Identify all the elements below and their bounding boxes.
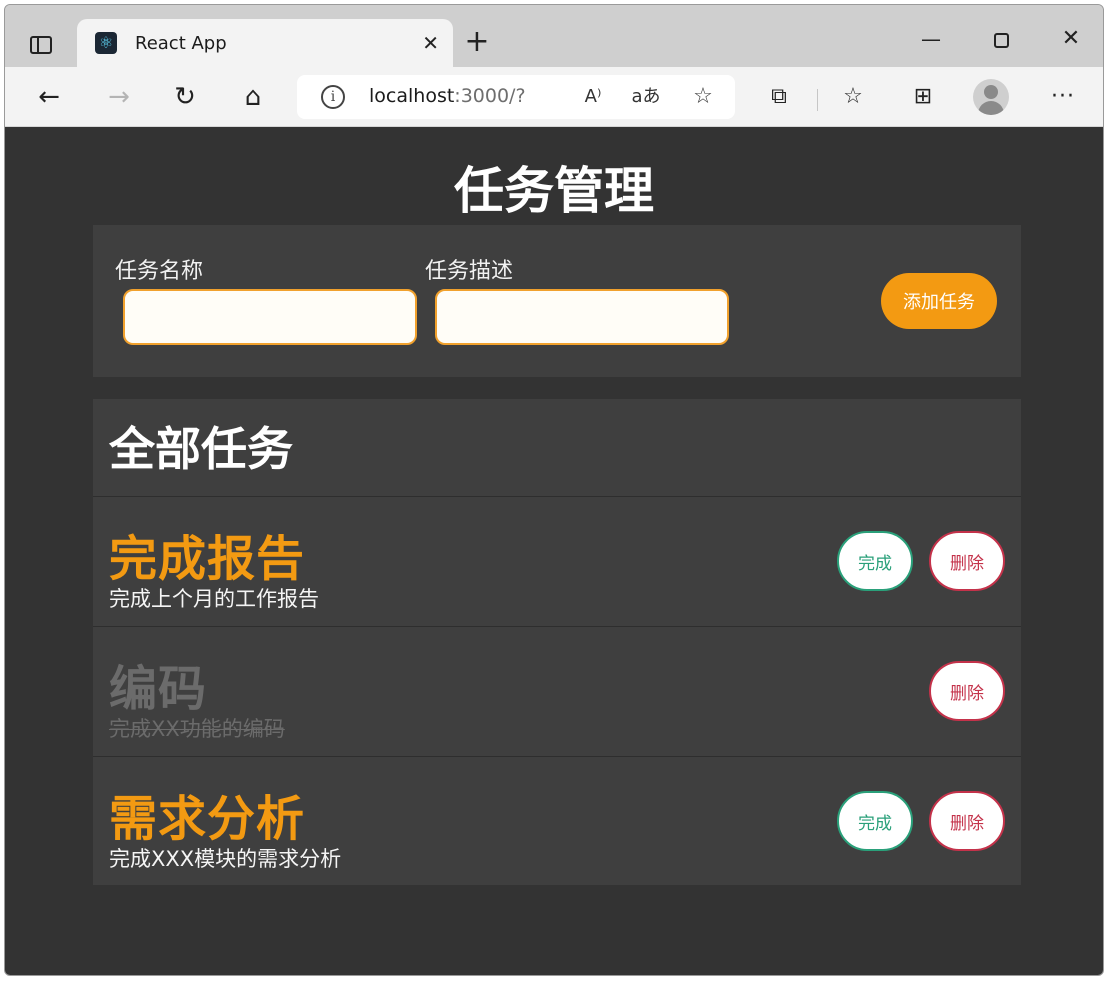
page-viewport: 任务管理 任务名称 任务描述 添加任务 全部任务 完成报告 完成上个月的工作报告… [5,127,1103,975]
task-description-input[interactable] [435,289,729,345]
url-path: :3000/? [454,85,526,107]
task-description: 完成上个月的工作报告 [109,587,319,611]
maximize-glyph [993,33,1009,48]
favorites-icon[interactable]: ☆ [835,79,871,115]
delete-task-button[interactable]: 删除 [929,531,1005,591]
delete-task-button[interactable]: 删除 [929,791,1005,851]
forward-arrow-icon[interactable]: → [101,79,137,115]
close-tab-icon[interactable]: ✕ [422,31,439,55]
site-info-icon[interactable]: i [321,85,345,109]
task-description: 完成XX功能的编码 [109,717,285,741]
task-list-title: 全部任务 [109,422,293,476]
tab-strip: ⚛ React App ✕ + — ✕ [5,5,1103,67]
toolbar-separator [817,89,818,111]
extensions-icon[interactable]: ⧉ [761,79,797,115]
avatar-head [984,85,998,99]
reload-icon[interactable]: ↻ [167,79,203,115]
task-list: 全部任务 完成报告 完成上个月的工作报告 完成 删除 编码 完成XX功能的编码 … [93,399,1021,885]
add-task-button[interactable]: 添加任务 [881,273,997,329]
complete-task-button[interactable]: 完成 [837,791,913,851]
tab-react-app[interactable]: ⚛ React App ✕ [77,19,453,67]
avatar-body [978,101,1004,115]
close-window-icon[interactable]: ✕ [1051,23,1091,55]
browser-toolbar: ← → ↻ ⌂ i localhost:3000/? A⁾ aあ ☆ ⧉ ☆ ⊞… [5,67,1103,127]
url-host: localhost [369,85,455,107]
delete-task-button[interactable]: 删除 [929,661,1005,721]
task-name-input[interactable] [123,289,417,345]
task-title: 完成报告 [109,531,306,587]
add-favorite-icon[interactable]: ☆ [689,84,717,110]
new-tab-icon[interactable]: + [459,27,495,59]
task-description-label: 任务描述 [425,259,514,284]
task-list-header: 全部任务 [93,399,1021,497]
translate-icon[interactable]: aあ [631,84,661,110]
add-task-form: 任务名称 任务描述 添加任务 [93,225,1021,377]
maximize-icon[interactable] [981,23,1021,55]
collections-icon[interactable]: ⊞ [905,79,941,115]
task-row: 完成报告 完成上个月的工作报告 完成 删除 [93,497,1021,627]
read-aloud-icon[interactable]: A⁾ [579,84,607,110]
minimize-icon[interactable]: — [911,23,951,55]
back-arrow-icon[interactable]: ← [31,79,67,115]
page-title: 任务管理 [454,162,654,220]
browser-window: ⚛ React App ✕ + — ✕ ← → ↻ ⌂ i localhost:… [4,4,1104,976]
complete-task-button[interactable]: 完成 [837,531,913,591]
task-name-label: 任务名称 [115,259,204,284]
more-options-icon[interactable]: ··· [1045,79,1081,115]
task-row: 需求分析 完成XXX模块的需求分析 完成 删除 [93,757,1021,883]
task-title: 需求分析 [109,791,306,847]
task-row-done: 编码 完成XX功能的编码 删除 [93,627,1021,757]
address-bar[interactable]: i localhost:3000/? A⁾ aあ ☆ [297,75,735,119]
tab-actions-icon[interactable] [19,27,63,63]
profile-avatar-icon[interactable] [973,79,1009,115]
react-logo-icon: ⚛ [95,32,117,54]
task-title: 编码 [109,661,208,717]
task-description: 完成XXX模块的需求分析 [109,847,342,871]
home-icon[interactable]: ⌂ [235,79,271,115]
tab-title: React App [135,32,227,54]
url-text[interactable]: localhost:3000/? [369,85,526,107]
tab-actions-glyph [30,36,52,54]
